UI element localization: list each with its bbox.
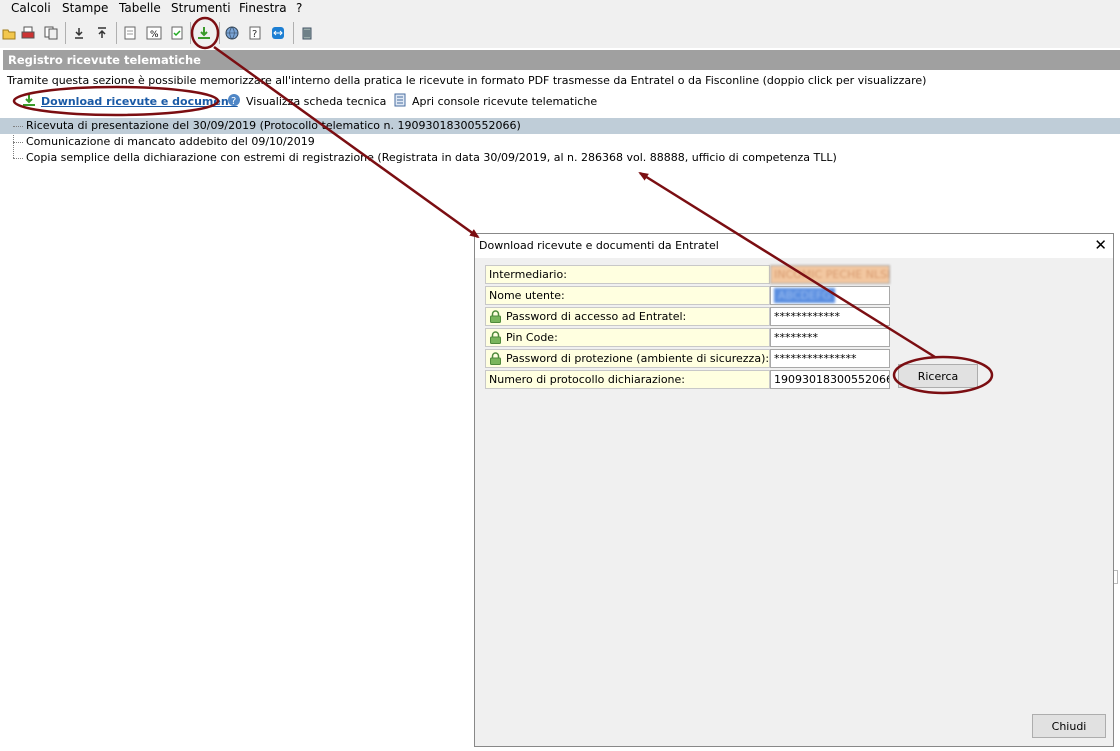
menu-finestra[interactable]: Finestra xyxy=(239,1,287,15)
receipt-label: Copia semplice della dichiarazione con e… xyxy=(26,151,837,164)
lock-icon xyxy=(489,310,502,323)
nome-utente-label: Nome utente: xyxy=(485,286,770,305)
download-receipts-label: Download ricevute e documenti xyxy=(41,94,238,108)
svg-text:%: % xyxy=(150,30,159,40)
menu-stampe[interactable]: Stampe xyxy=(62,1,108,15)
lock-icon xyxy=(489,331,502,344)
form-print-icon[interactable] xyxy=(121,23,139,43)
toolbar: % ? xyxy=(0,18,1120,48)
password-label: Password di accesso ad Entratel: xyxy=(485,307,770,326)
svg-text:?: ? xyxy=(252,29,257,40)
intermediario-label: Intermediario: xyxy=(485,265,770,284)
download-icon[interactable] xyxy=(195,23,213,43)
export-up-icon[interactable] xyxy=(93,23,111,43)
section-description: Tramite questa sezione è possibile memor… xyxy=(7,74,927,87)
import-down-icon[interactable] xyxy=(70,23,88,43)
percent-icon[interactable]: % xyxy=(145,23,163,43)
help-document-icon[interactable]: ? xyxy=(246,23,264,43)
close-button[interactable]: Chiudi xyxy=(1032,714,1106,738)
svg-text:?: ? xyxy=(231,96,236,107)
menu-help[interactable]: ? xyxy=(296,1,302,15)
nome-utente-field[interactable]: ABCDEFG xyxy=(770,286,890,305)
menu-strumenti[interactable]: Strumenti xyxy=(171,1,231,15)
receipt-row[interactable]: Comunicazione di mancato addebito del 09… xyxy=(0,134,1120,150)
lock-icon xyxy=(489,352,502,365)
globe-icon[interactable] xyxy=(223,23,241,43)
menu-calcoli[interactable]: Calcoli xyxy=(11,1,51,15)
check-document-icon[interactable] xyxy=(168,23,186,43)
password-field[interactable]: ************ xyxy=(770,307,890,326)
download-arrow-icon xyxy=(22,93,36,110)
print-icon[interactable] xyxy=(19,23,37,43)
protocollo-field[interactable]: 19093018300552066 xyxy=(770,370,890,389)
section-header: Registro ricevute telematiche xyxy=(3,50,1120,70)
search-button[interactable]: Ricerca xyxy=(898,364,978,388)
receipt-label: Comunicazione di mancato addebito del 09… xyxy=(26,135,315,148)
receipt-row[interactable]: Copia semplice della dichiarazione con e… xyxy=(0,150,1120,166)
dialog-title: Download ricevute e documenti da Entrate… xyxy=(479,239,719,252)
teamviewer-icon[interactable] xyxy=(269,23,287,43)
info-icon: ? xyxy=(227,93,241,110)
view-technical-sheet-action[interactable]: ? Visualizza scheda tecnica xyxy=(227,92,386,110)
receipt-row[interactable]: Ricevuta di presentazione del 30/09/2019… xyxy=(0,118,1120,134)
intermediario-row: Intermediario: INCOMIC PECHE NLSN xyxy=(485,265,890,284)
download-dialog: Download ricevute e documenti da Entrate… xyxy=(474,233,1114,747)
open-console-label: Apri console ricevute telematiche xyxy=(412,94,598,108)
copy-pages-icon[interactable] xyxy=(42,23,60,43)
close-icon[interactable]: ✕ xyxy=(1094,236,1107,254)
protezione-label: Password di protezione (ambiente di sicu… xyxy=(485,349,770,368)
receipt-label: Ricevuta di presentazione del 30/09/2019… xyxy=(26,119,521,132)
download-receipts-action[interactable]: Download ricevute e documenti xyxy=(22,92,238,110)
pin-field[interactable]: ******** xyxy=(770,328,890,347)
protezione-field[interactable]: *************** xyxy=(770,349,890,368)
pin-row: Pin Code: ******** xyxy=(485,328,890,347)
intermediario-field[interactable]: INCOMIC PECHE NLSN xyxy=(770,265,890,284)
password-row: Password di accesso ad Entratel: *******… xyxy=(485,307,890,326)
building-icon[interactable] xyxy=(298,23,316,43)
open-console-action[interactable]: Apri console ricevute telematiche xyxy=(393,92,597,110)
view-technical-sheet-label: Visualizza scheda tecnica xyxy=(246,94,387,108)
nome-utente-row: Nome utente: ABCDEFG xyxy=(485,286,890,305)
open-folder-icon[interactable] xyxy=(0,23,18,43)
menu-bar: Calcoli Stampe Tabelle Strumenti Finestr… xyxy=(0,0,1120,18)
console-icon xyxy=(393,93,407,110)
protocollo-row: Numero di protocollo dichiarazione: 1909… xyxy=(485,370,890,389)
protocollo-label: Numero di protocollo dichiarazione: xyxy=(485,370,770,389)
dialog-titlebar: Download ricevute e documenti da Entrate… xyxy=(475,234,1113,258)
menu-tabelle[interactable]: Tabelle xyxy=(119,1,161,15)
protezione-row: Password di protezione (ambiente di sicu… xyxy=(485,349,890,368)
pin-label: Pin Code: xyxy=(485,328,770,347)
